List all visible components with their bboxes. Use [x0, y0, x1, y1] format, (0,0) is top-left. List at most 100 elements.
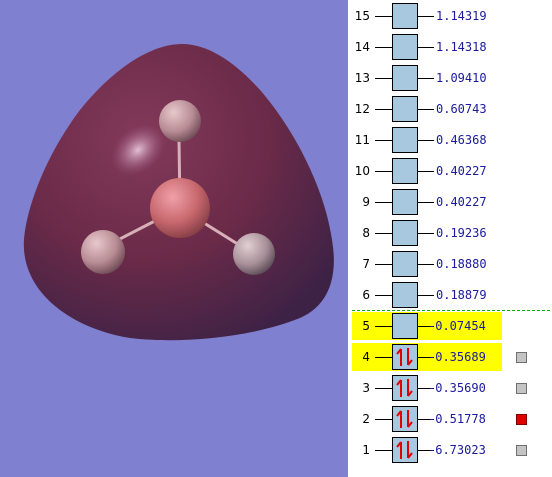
orbital-energy: 0.18879: [436, 288, 487, 302]
level-line-right: [418, 78, 434, 79]
selected-surface-toggle[interactable]: [516, 414, 527, 425]
electron-pair-icon: [396, 348, 413, 366]
orbital-level-box[interactable]: [392, 220, 418, 246]
level-line-left: [375, 78, 392, 79]
orbital-index: 2: [362, 412, 370, 426]
orbital-index: 15: [354, 9, 370, 23]
orbital-level-box[interactable]: [392, 34, 418, 60]
electron-pair-icon: [396, 379, 413, 397]
orbital-energy: -0.51778: [428, 412, 486, 426]
orbital-row[interactable]: 14 1.14318: [348, 34, 552, 60]
surface-toggle[interactable]: [516, 383, 527, 394]
orbital-level-box[interactable]: [392, 282, 418, 308]
level-line-right: [418, 264, 434, 265]
orbital-level-box[interactable]: [392, 3, 418, 29]
orbital-energy: -0.35689: [428, 350, 486, 364]
level-line-left: [375, 357, 392, 358]
orbital-index: 9: [362, 195, 370, 209]
orbital-row[interactable]: 1 -6.73023: [348, 437, 552, 463]
level-line-left: [375, 388, 392, 389]
surface-toggle[interactable]: [516, 352, 527, 363]
orbital-index: 1: [362, 443, 370, 457]
level-line-right: [418, 16, 434, 17]
level-line-right: [418, 202, 434, 203]
orbital-row[interactable]: 5 -0.07454: [348, 312, 552, 340]
orbital-energy: 0.60743: [436, 102, 487, 116]
orbital-energy: 1.09410: [436, 71, 487, 85]
level-line-left: [375, 233, 392, 234]
orbital-row[interactable]: 7 0.18880: [348, 251, 552, 277]
level-line-right: [418, 233, 434, 234]
level-line-left: [375, 140, 392, 141]
level-line-right: [418, 109, 434, 110]
molecule-viewer[interactable]: [0, 0, 348, 477]
level-line-right: [418, 295, 434, 296]
orbital-index: 8: [362, 226, 370, 240]
level-line-left: [375, 47, 392, 48]
level-line-left: [375, 109, 392, 110]
orbital-index: 12: [354, 102, 370, 116]
level-line-left: [375, 202, 392, 203]
orbital-energy: 1.14318: [436, 40, 487, 54]
orbital-level-box[interactable]: [392, 65, 418, 91]
terminal-atom-top[interactable]: [159, 100, 201, 142]
orbital-level-box[interactable]: [392, 96, 418, 122]
level-line-left: [375, 295, 392, 296]
electron-pair-icon: [396, 410, 413, 428]
orbital-energy: 0.40227: [436, 195, 487, 209]
orbital-row[interactable]: 12 0.60743: [348, 96, 552, 122]
orbital-level-box[interactable]: [392, 158, 418, 184]
level-line-right: [418, 171, 434, 172]
level-line-right: [418, 140, 434, 141]
orbital-energy: -0.07454: [428, 319, 486, 333]
orbital-row[interactable]: 2 -0.51778: [348, 406, 552, 432]
orbital-level-box[interactable]: [392, 344, 418, 370]
orbital-energy: 0.46368: [436, 133, 487, 147]
homo-lumo-divider: [352, 310, 550, 311]
orbital-level-box[interactable]: [392, 406, 418, 432]
orbital-level-box[interactable]: [392, 375, 418, 401]
orbital-index: 6: [362, 288, 370, 302]
orbital-energy: 0.40227: [436, 164, 487, 178]
orbital-index: 11: [354, 133, 370, 147]
orbital-level-box[interactable]: [392, 127, 418, 153]
level-line-left: [375, 171, 392, 172]
terminal-atom-left[interactable]: [81, 230, 125, 274]
orbital-level-box[interactable]: [392, 313, 418, 339]
orbital-row[interactable]: 13 1.09410: [348, 65, 552, 91]
orbital-row[interactable]: 8 0.19236: [348, 220, 552, 246]
orbital-level-box[interactable]: [392, 437, 418, 463]
orbital-energy: -0.35690: [428, 381, 486, 395]
orbital-energy: 1.14319: [436, 9, 487, 23]
orbital-energy: -6.73023: [428, 443, 486, 457]
orbital-index: 7: [362, 257, 370, 271]
orbital-row[interactable]: 3 -0.35690: [348, 375, 552, 401]
level-line-left: [375, 450, 392, 451]
orbital-row[interactable]: 4 -0.35689: [348, 343, 552, 371]
electron-pair-icon: [396, 441, 413, 459]
orbital-energy: 0.19236: [436, 226, 487, 240]
orbital-row[interactable]: 9 0.40227: [348, 189, 552, 215]
orbital-index: 14: [354, 40, 370, 54]
orbital-surface-render: [23, 44, 334, 341]
orbital-index: 3: [362, 381, 370, 395]
orbital-level-box[interactable]: [392, 189, 418, 215]
terminal-atom-right[interactable]: [233, 233, 275, 275]
level-line-left: [375, 264, 392, 265]
orbital-row[interactable]: 11 0.46368: [348, 127, 552, 153]
orbital-index: 4: [362, 350, 370, 364]
orbital-index: 5: [362, 319, 370, 333]
level-line-left: [375, 16, 392, 17]
orbital-row[interactable]: 6 0.18879: [348, 282, 552, 308]
orbital-row[interactable]: 15 1.14319: [348, 3, 552, 29]
orbital-energy: 0.18880: [436, 257, 487, 271]
central-atom[interactable]: [150, 178, 210, 238]
orbital-row[interactable]: 10 0.40227: [348, 158, 552, 184]
orbital-index: 13: [354, 71, 370, 85]
level-line-right: [418, 47, 434, 48]
mo-energy-panel[interactable]: 15 1.14319 14 1.14318 13 1.09410 12 0.60743 11 0.…: [348, 0, 552, 477]
surface-toggle[interactable]: [516, 445, 527, 456]
orbital-level-box[interactable]: [392, 251, 418, 277]
level-line-left: [375, 419, 392, 420]
orbital-index: 10: [354, 164, 370, 178]
